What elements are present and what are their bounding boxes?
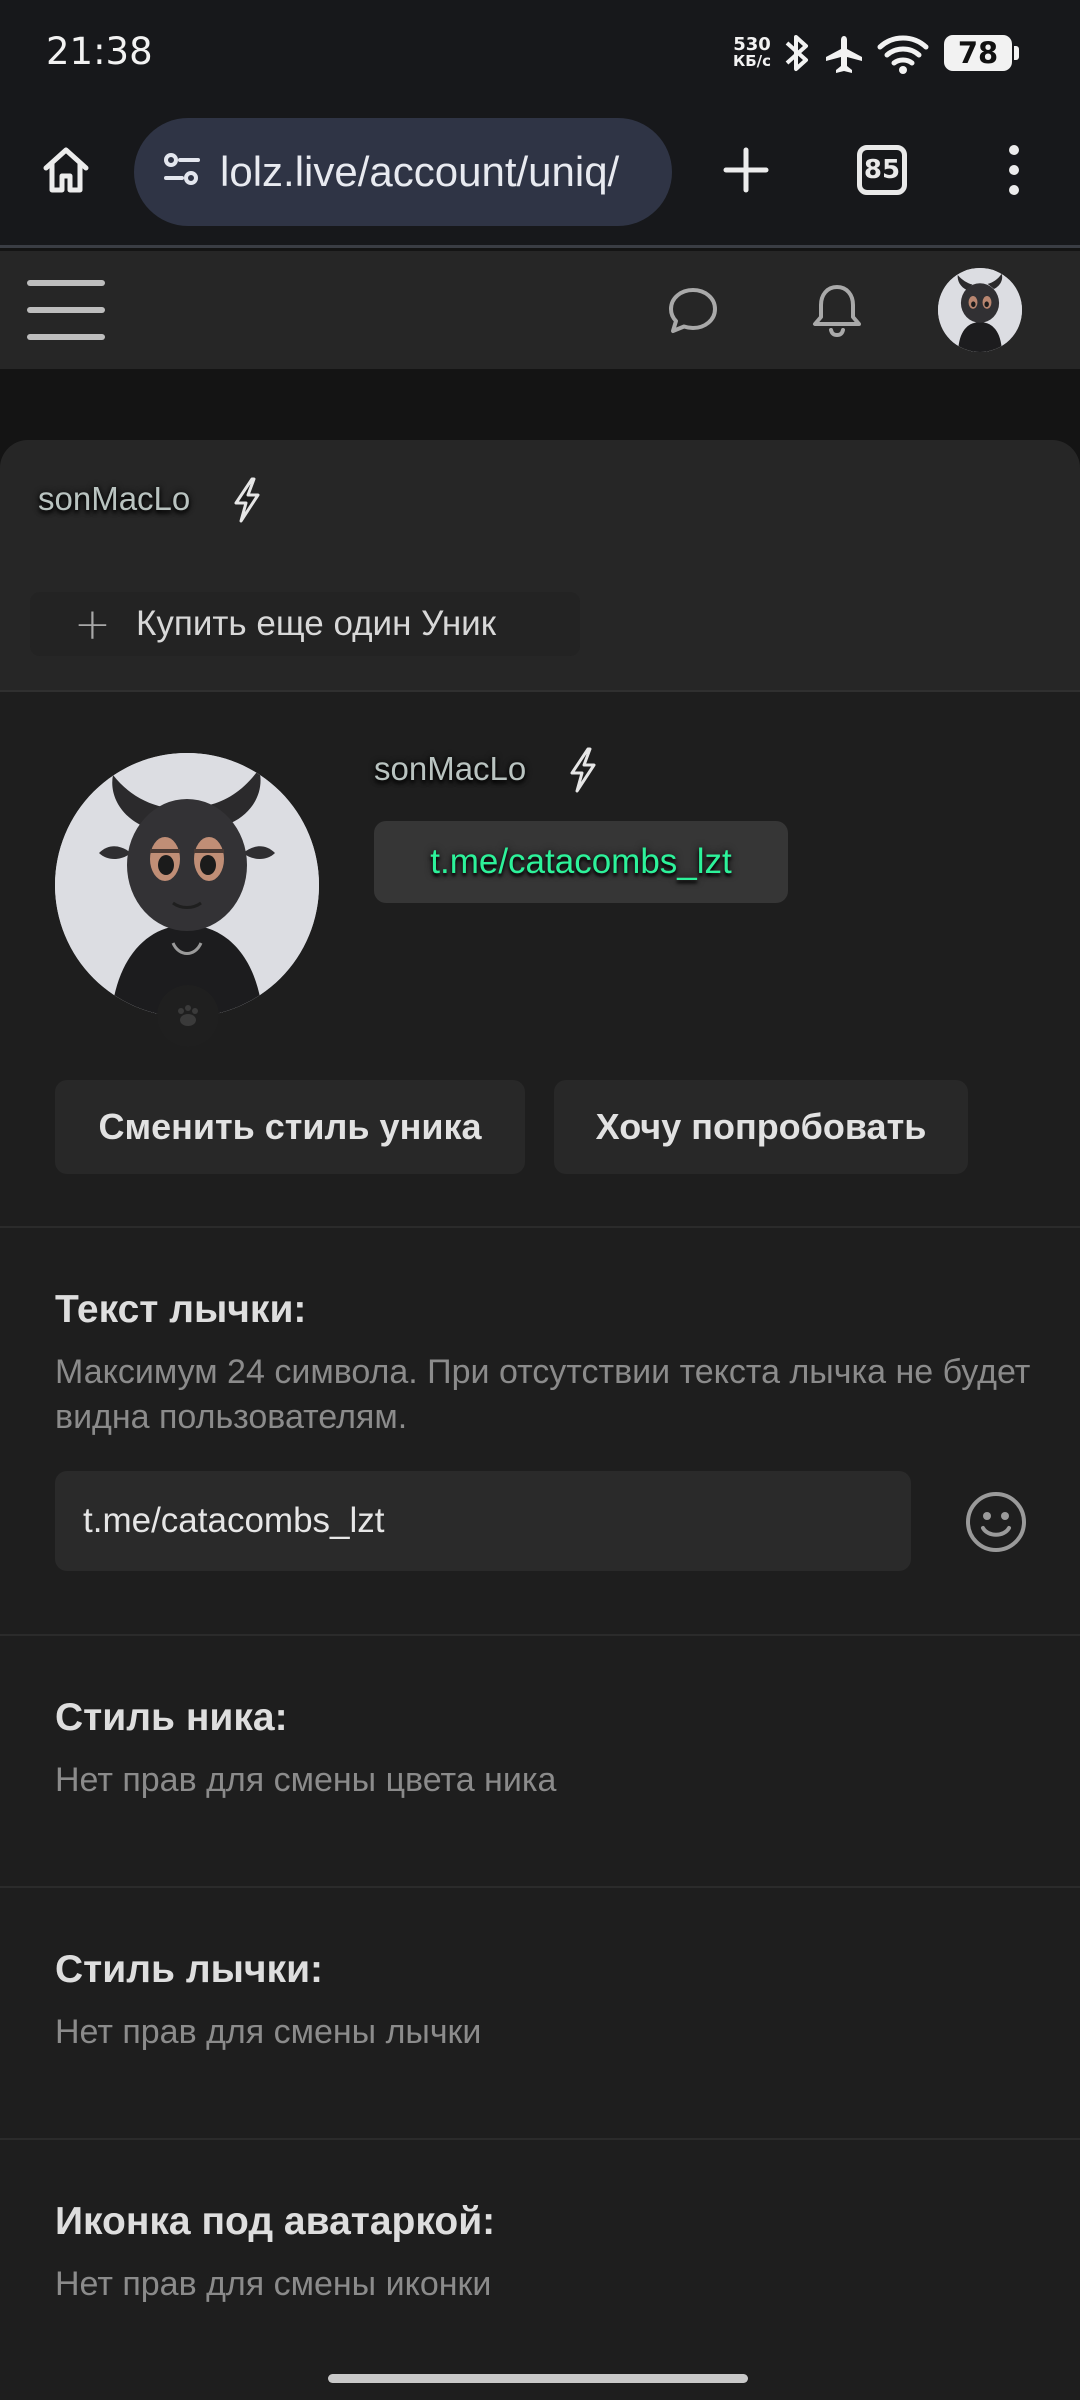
try-uniq-button[interactable]: Хочу попробовать <box>554 1080 968 1174</box>
status-bar: 21:38 530 КБ/с 78 <box>0 0 1080 110</box>
wifi-icon <box>877 35 929 74</box>
battery-icon: 78 <box>944 35 1019 71</box>
username-preview: sonMacLo <box>374 750 527 787</box>
badge-text-description: Максимум 24 символа. При отсутствии текс… <box>55 1353 1031 1436</box>
divider <box>0 1226 1080 1228</box>
address-bar[interactable]: lolz.live/account/uniq/ <box>134 118 672 226</box>
home-indicator[interactable] <box>328 2374 748 2383</box>
url-text[interactable]: lolz.live/account/uniq/ <box>220 148 660 196</box>
paw-icon <box>178 1005 198 1026</box>
bell-icon <box>813 285 861 338</box>
menu-icon <box>1009 145 1019 195</box>
bluetooth-icon <box>785 35 808 71</box>
nick-style-description: Нет прав для смены цвета ника <box>55 1761 557 1799</box>
avatar-image <box>55 753 319 1017</box>
new-tab-icon <box>723 147 769 193</box>
network-speed: 530 КБ/с <box>730 36 774 70</box>
site-settings-icon[interactable] <box>160 148 204 192</box>
home-icon <box>43 147 89 193</box>
uniq-header: sonMacLo + Купить еще один Уник <box>0 440 1080 692</box>
avatar-icon-title: Иконка под аватаркой: <box>55 2200 496 2243</box>
divider <box>0 2138 1080 2140</box>
badge-style-title: Стиль лычки: <box>55 1948 324 1991</box>
avatar[interactable] <box>938 268 1022 352</box>
username-top: sonMacLo <box>38 480 191 517</box>
conversations-button[interactable] <box>660 279 726 341</box>
uniq-preview-avatar <box>55 753 319 1017</box>
lightning-icon <box>234 477 260 523</box>
user-badge-text: t.me/catacombs_lzt <box>430 842 732 881</box>
nick-style-title: Стиль ника: <box>55 1696 288 1739</box>
notifications-button[interactable] <box>804 279 870 341</box>
site-header <box>0 251 1080 369</box>
badge-style-description: Нет прав для смены лычки <box>55 2013 482 2051</box>
badge-text-title: Текст лычки: <box>55 1288 307 1331</box>
buy-another-uniq-label: Купить еще один Уник <box>136 604 497 643</box>
plus-icon: + <box>74 598 111 650</box>
hamburger-menu-icon <box>27 280 105 340</box>
user-badge-preview: t.me/catacombs_lzt <box>374 821 788 903</box>
change-uniq-style-button[interactable]: Сменить стиль уника <box>55 1080 525 1174</box>
lightning-icon <box>570 747 596 793</box>
home-button[interactable] <box>30 134 102 206</box>
airplane-icon <box>826 36 862 73</box>
divider <box>0 1886 1080 1888</box>
avatar-image <box>938 268 1022 352</box>
emoji-icon[interactable] <box>964 1490 1028 1554</box>
browser-toolbar: lolz.live/account/uniq/ 85 <box>0 110 1080 248</box>
status-clock: 21:38 <box>46 30 153 73</box>
uniq-card: sonMacLo + Купить еще один Уник sonMacLo… <box>0 440 1080 2400</box>
divider <box>0 1634 1080 1636</box>
avatar-icon-description: Нет прав для смены иконки <box>55 2265 492 2303</box>
buy-another-uniq-button[interactable]: + Купить еще один Уник <box>30 592 580 656</box>
badge-text-field[interactable] <box>55 1471 911 1571</box>
new-tab-button[interactable] <box>710 134 782 206</box>
avatar-badge-icon <box>157 985 219 1047</box>
tabs-icon: 85 <box>857 145 907 195</box>
chat-icon <box>669 288 717 333</box>
network-speed-value: 530 <box>733 34 771 55</box>
network-speed-unit: КБ/с <box>732 52 772 70</box>
browser-menu-button[interactable] <box>986 134 1042 206</box>
site-menu-button[interactable] <box>24 275 108 345</box>
tab-switcher-button[interactable]: 85 <box>846 134 918 206</box>
badge-text-input[interactable] <box>83 1501 883 1541</box>
